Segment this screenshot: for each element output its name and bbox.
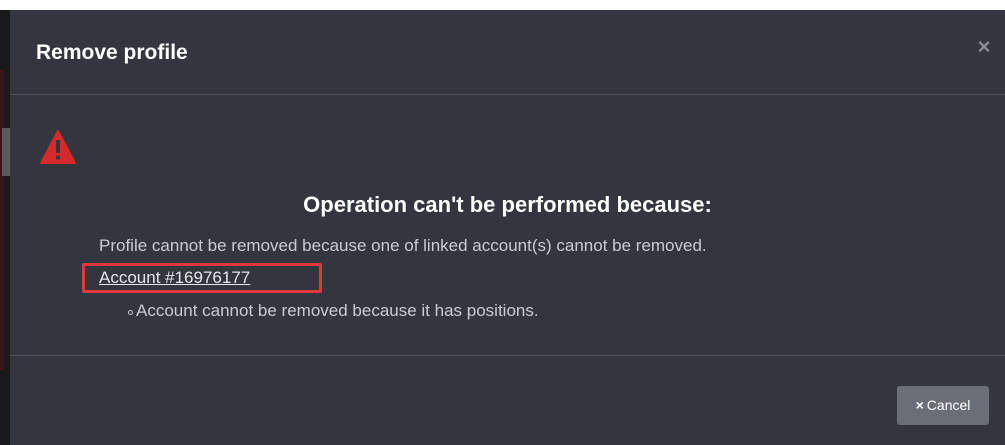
highlight-annotation-box [82, 263, 322, 293]
dialog-header: Remove profile × [10, 10, 1005, 95]
close-icon: × [915, 397, 924, 413]
cancel-button[interactable]: × Cancel [897, 386, 989, 425]
underlying-accent [0, 70, 4, 370]
warning-triangle-icon [40, 130, 76, 164]
list-bullet [128, 310, 133, 315]
underlying-glyph [2, 128, 10, 176]
error-heading: Operation can't be performed because: [303, 192, 712, 217]
error-message: Profile cannot be removed because one of… [99, 236, 707, 255]
close-icon[interactable]: × [973, 36, 995, 58]
underlying-page-edge [0, 10, 10, 445]
dialog-title: Remove profile [36, 41, 188, 64]
reason-list-item: Account cannot be removed because it has… [136, 301, 539, 320]
footer-divider [10, 355, 1005, 356]
cancel-button-label: Cancel [926, 397, 971, 413]
remove-profile-dialog: Remove profile × Operation can't be perf… [10, 10, 1005, 445]
